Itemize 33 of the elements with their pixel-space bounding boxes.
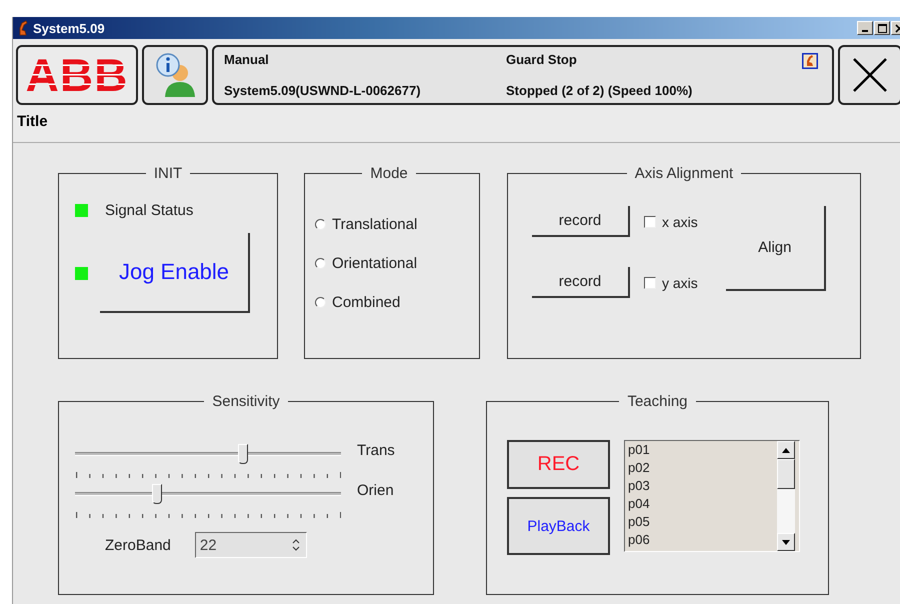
playback-button[interactable]: PlayBack <box>507 497 610 555</box>
radio-label: Translational <box>332 216 418 233</box>
abb-logo-button[interactable]: ABB <box>16 45 138 105</box>
radio-label: Combined <box>332 294 400 311</box>
system-name: System5.09(USWND-L-0062677) <box>224 83 422 98</box>
record-button[interactable]: record <box>532 206 630 237</box>
slider-label: Trans <box>357 442 395 459</box>
view-title: Title <box>16 112 49 132</box>
checkbox-label: y axis <box>662 274 698 290</box>
group-title: INIT <box>152 165 184 182</box>
jog-enable-button[interactable]: Jog Enable <box>100 233 250 313</box>
slider-label: Orien <box>357 482 394 499</box>
group-title: Sensitivity <box>211 393 281 410</box>
program-status: Stopped (2 of 2) (Speed 100%) <box>506 83 694 98</box>
list-item[interactable]: p05 <box>628 513 777 531</box>
group-title: Mode <box>369 165 409 182</box>
group-title: Axis Alignment <box>634 165 734 182</box>
align-button[interactable]: Align <box>726 206 826 291</box>
group-title: Teaching <box>626 393 689 410</box>
record-button[interactable]: record <box>532 267 630 298</box>
window-title: System5.09 <box>33 20 105 36</box>
radio-label: Orientational <box>332 255 418 272</box>
list-item[interactable]: p04 <box>628 495 777 513</box>
controller-state: Guard Stop <box>506 52 578 67</box>
zero-band-spinner[interactable]: 22 <box>194 532 307 558</box>
list-item[interactable]: p01 <box>628 441 777 459</box>
list-item[interactable]: p06 <box>628 531 777 549</box>
list-item[interactable]: p03 <box>628 477 777 495</box>
indicator-label: Signal Status <box>105 202 194 219</box>
operating-mode: Manual <box>224 52 270 67</box>
list-item[interactable]: p02 <box>628 459 777 477</box>
zero-band-label: ZeroBand <box>105 536 171 554</box>
checkbox-label: x axis <box>662 214 698 230</box>
